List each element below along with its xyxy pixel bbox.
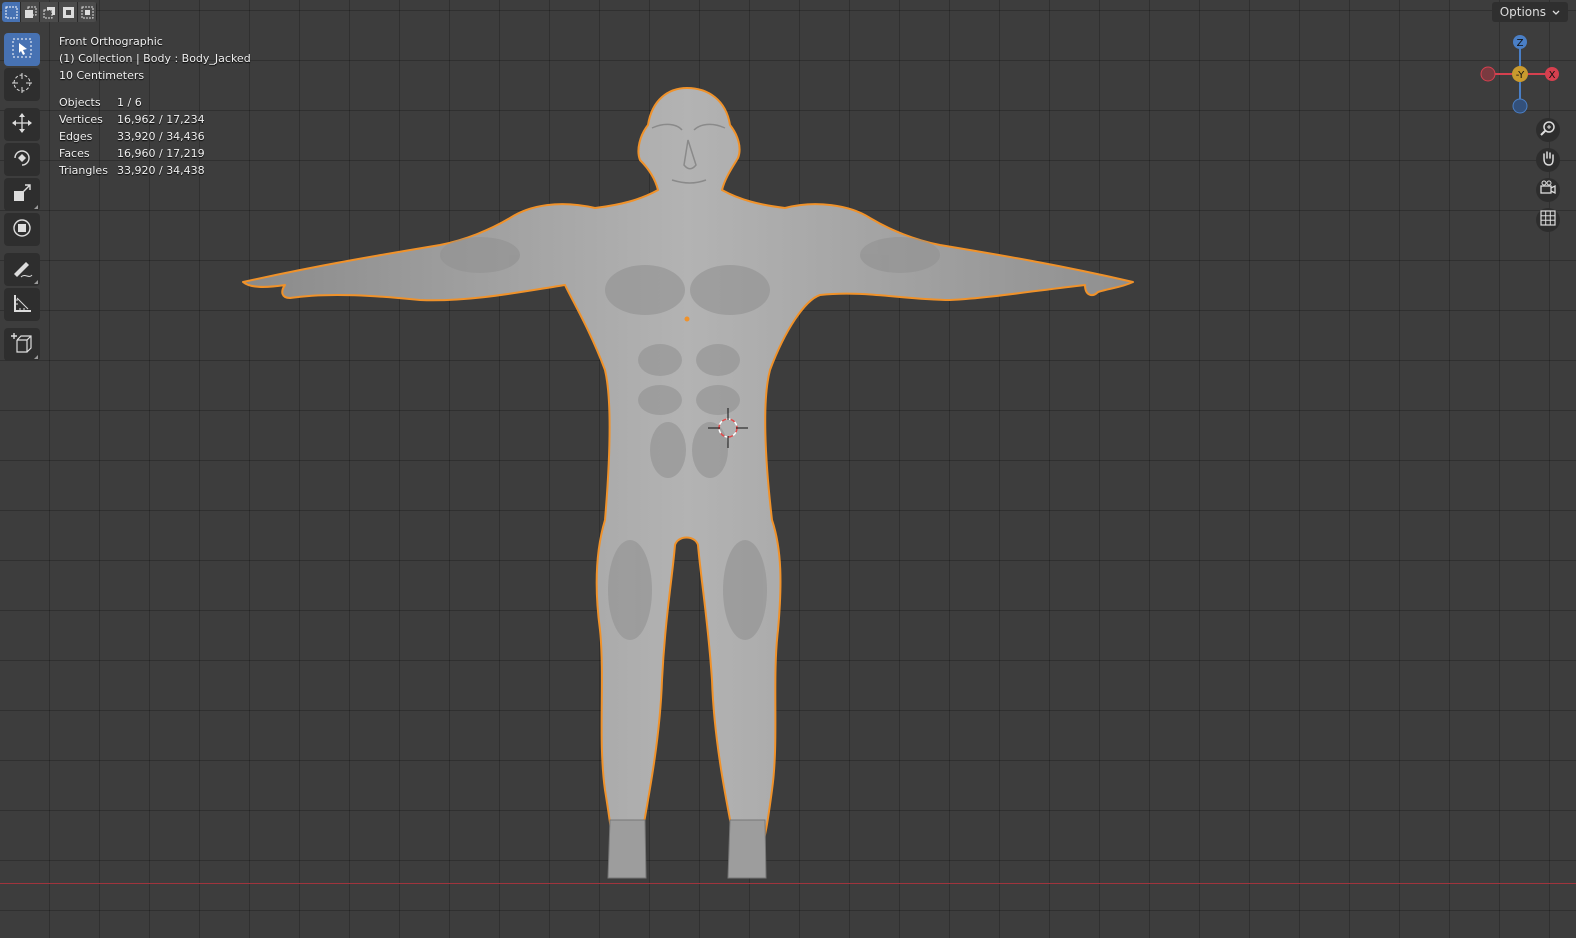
viewport-info-overlay: Front Orthographic (1) Collection | Body… xyxy=(59,33,251,179)
transform-tool[interactable] xyxy=(4,213,40,246)
scene-statistics: Objects 1 / 6 Vertices 16,962 / 17,234 E… xyxy=(59,94,251,179)
3d-cursor-icon[interactable] xyxy=(708,408,748,448)
stat-row: Triangles 33,920 / 34,438 xyxy=(59,162,251,179)
select-invert-icon[interactable] xyxy=(59,2,78,22)
camera-icon xyxy=(1540,180,1556,200)
stat-value: 16,960 / 17,219 xyxy=(117,147,205,160)
stat-value: 16,962 / 17,234 xyxy=(117,113,205,126)
tool-shelf xyxy=(4,33,41,363)
navigation-gizmo[interactable]: Z X -Y xyxy=(1478,30,1562,116)
select-extend-icon[interactable] xyxy=(21,2,40,22)
select-box-icon xyxy=(11,37,33,63)
chevron-down-icon xyxy=(1552,2,1560,22)
gizmo-z-label: Z xyxy=(1517,38,1524,49)
annotate-tool[interactable] xyxy=(4,253,40,286)
scale-tool[interactable] xyxy=(4,178,40,211)
stat-value: 1 / 6 xyxy=(117,96,142,109)
stat-value: 33,920 / 34,438 xyxy=(117,164,205,177)
grid-scale: 10 Centimeters xyxy=(59,69,145,82)
rotate-icon xyxy=(11,147,33,173)
stat-row: Edges 33,920 / 34,436 xyxy=(59,128,251,145)
gizmo-y-label: -Y xyxy=(1516,70,1525,81)
body-silhouette[interactable] xyxy=(242,87,1134,860)
zoom-icon xyxy=(1540,120,1556,140)
grid-icon xyxy=(1540,210,1556,230)
pan-hand-icon xyxy=(1540,150,1556,170)
stat-label: Faces xyxy=(59,147,90,160)
options-label: Options xyxy=(1499,5,1546,19)
options-dropdown[interactable]: Options xyxy=(1491,2,1568,22)
pan-button[interactable] xyxy=(1536,148,1560,172)
gizmo-x-label: X xyxy=(1549,70,1556,81)
stat-row: Objects 1 / 6 xyxy=(59,94,251,111)
add-cube-icon xyxy=(11,332,33,358)
zoom-button[interactable] xyxy=(1536,118,1560,142)
move-icon xyxy=(11,112,33,138)
stat-label: Edges xyxy=(59,130,93,143)
scale-icon xyxy=(11,182,33,208)
annotate-icon xyxy=(11,257,33,283)
rotate-tool[interactable] xyxy=(4,143,40,176)
stat-label: Vertices xyxy=(59,113,103,126)
projection-toggle-button[interactable] xyxy=(1536,208,1560,232)
move-tool[interactable] xyxy=(4,108,40,141)
gizmo-neg-z[interactable] xyxy=(1512,98,1528,114)
cursor-icon xyxy=(11,72,33,98)
gizmo-neg-x[interactable] xyxy=(1480,66,1496,82)
camera-view-button[interactable] xyxy=(1536,178,1560,202)
view-name: Front Orthographic xyxy=(59,35,163,48)
stat-label: Objects xyxy=(59,96,101,109)
object-origin xyxy=(684,316,690,322)
select-intersect-icon[interactable] xyxy=(78,2,97,22)
feet xyxy=(607,819,767,879)
select-subtract-icon[interactable] xyxy=(40,2,59,22)
measure-icon xyxy=(11,292,33,318)
select-box-tool[interactable] xyxy=(4,33,40,66)
measure-tool[interactable] xyxy=(4,288,40,321)
select-new-icon[interactable] xyxy=(2,2,21,22)
transform-icon xyxy=(11,217,33,243)
stat-label: Triangles xyxy=(59,164,108,177)
stat-value: 33,920 / 34,436 xyxy=(117,130,205,143)
stat-row: Vertices 16,962 / 17,234 xyxy=(59,111,251,128)
select-mode-group xyxy=(2,2,97,22)
add-cube-tool[interactable] xyxy=(4,328,40,361)
stat-row: Faces 16,960 / 17,219 xyxy=(59,145,251,162)
collection-line: (1) Collection | Body : Body_Jacked xyxy=(59,52,251,65)
cursor-tool[interactable] xyxy=(4,68,40,101)
